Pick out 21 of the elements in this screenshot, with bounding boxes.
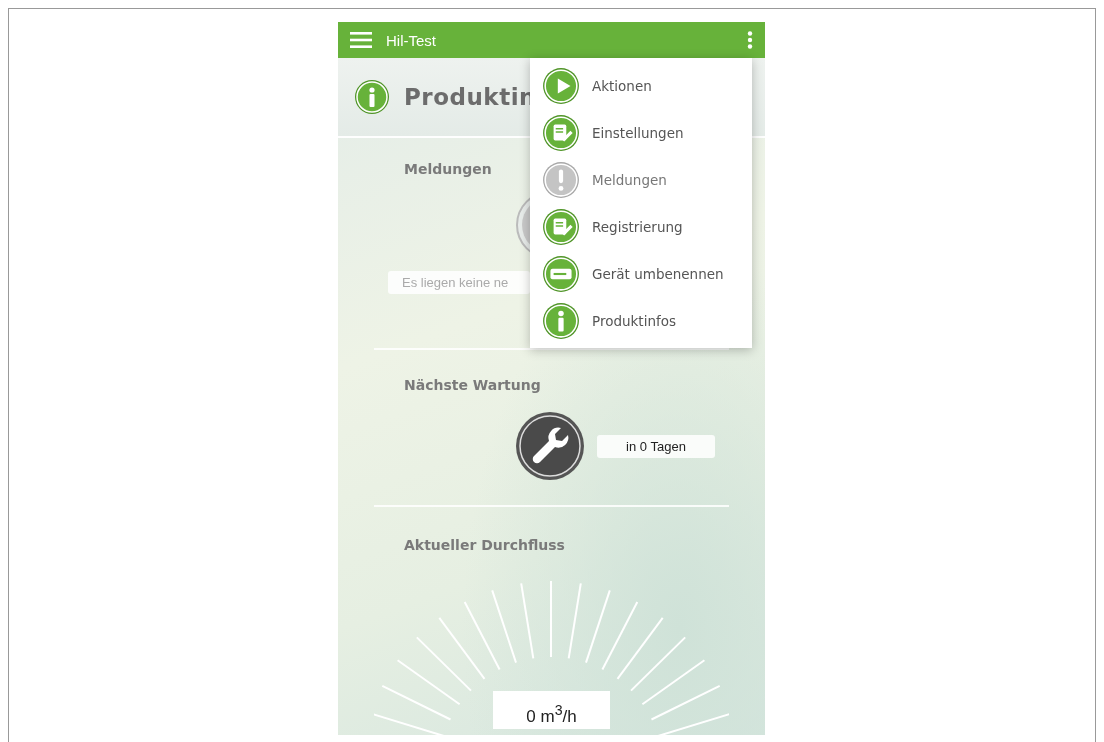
- checklist-icon: [542, 113, 580, 152]
- menu-item[interactable]: Registrierung: [530, 203, 752, 250]
- exclamation-icon: [542, 160, 580, 199]
- menu-item[interactable]: Gerät umbenennen: [530, 250, 752, 297]
- info-icon: [542, 301, 580, 340]
- play-icon: [542, 66, 580, 105]
- section-title: Aktueller Durchfluss: [404, 537, 566, 553]
- label-icon: [542, 254, 580, 293]
- menu-item[interactable]: Produktinfos: [530, 297, 752, 344]
- checklist-icon: [542, 207, 580, 246]
- message-field: Es liegen keine ne: [388, 271, 530, 294]
- menu-item[interactable]: Einstellungen: [530, 109, 752, 156]
- maintenance-value: in 0 Tagen: [597, 434, 715, 458]
- more-options-icon[interactable]: [747, 31, 753, 49]
- menu-icon[interactable]: [350, 32, 372, 48]
- section-title: Meldungen: [404, 161, 493, 177]
- info-icon: [354, 79, 390, 115]
- app-title: Hil-Test: [386, 31, 437, 49]
- section-title: Nächste Wartung: [404, 377, 542, 393]
- wrench-icon: [515, 411, 585, 481]
- flow-value: 0 m$^{3}$/h: [493, 691, 610, 729]
